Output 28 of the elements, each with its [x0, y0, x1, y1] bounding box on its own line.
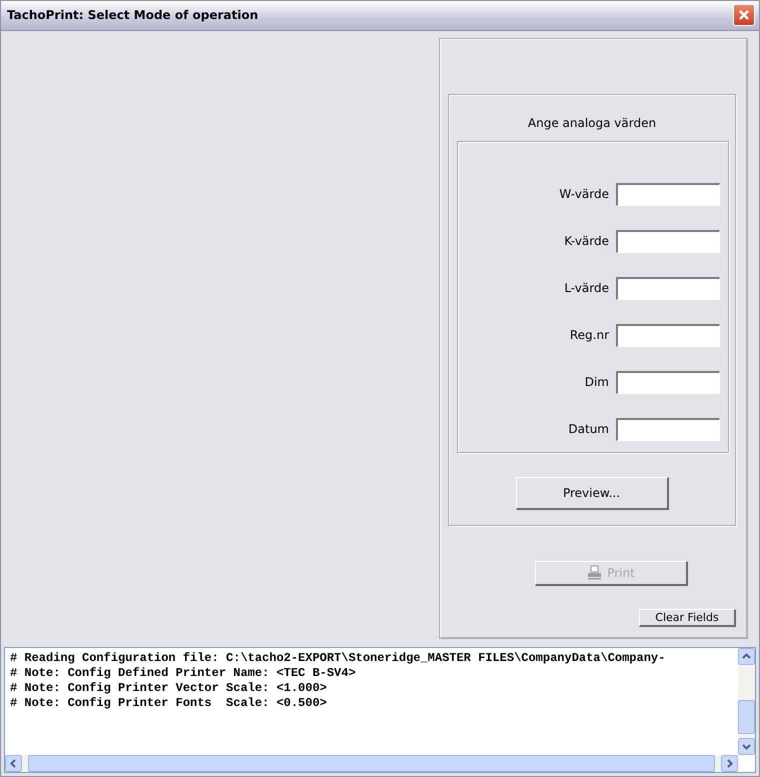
scroll-down-icon[interactable]: [738, 738, 755, 755]
scroll-left-icon[interactable]: [5, 754, 22, 772]
preview-button[interactable]: Preview...: [516, 476, 668, 510]
field-label: Datum: [568, 422, 609, 436]
field-label: K-värde: [564, 234, 609, 248]
input-field[interactable]: [616, 182, 720, 206]
field-label: L-värde: [564, 281, 609, 296]
scrollbar-thumb[interactable]: [738, 700, 755, 734]
scroll-right-icon[interactable]: [721, 754, 738, 772]
log-line: # Note: Config Printer Vector Scale: <1.000>: [10, 681, 328, 696]
scroll-up-icon[interactable]: [738, 648, 755, 666]
log-line: # Reading Configuration file: C:\tacho2-EXPORT\Stoneridge_MASTER FILES\CompanyData\Company-: [10, 651, 666, 666]
input-field[interactable]: [616, 276, 720, 300]
input-field[interactable]: [616, 230, 720, 253]
close-icon[interactable]: [733, 4, 755, 26]
input-field[interactable]: [616, 324, 720, 347]
log-line: # Note: Config Printer Fonts Scale: <0.500>: [10, 696, 328, 712]
log-line: # Note: Config Defined Printer Name: <TEC B-SV4>: [10, 666, 357, 682]
printer-icon: [587, 565, 602, 580]
window-title: TachoPrint: Select Mode of operation: [7, 8, 258, 22]
clear-fields-button[interactable]: Clear Fields: [639, 608, 736, 627]
field-label: Dim: [584, 375, 609, 390]
field-label: Reg.nr: [570, 328, 609, 342]
input-field[interactable]: [616, 370, 720, 394]
group-heading: Ange analoga värden: [528, 116, 656, 130]
vertical-scrollbar[interactable]: [738, 648, 755, 755]
input-field[interactable]: [616, 418, 720, 441]
field-label: W-värde: [559, 187, 609, 202]
